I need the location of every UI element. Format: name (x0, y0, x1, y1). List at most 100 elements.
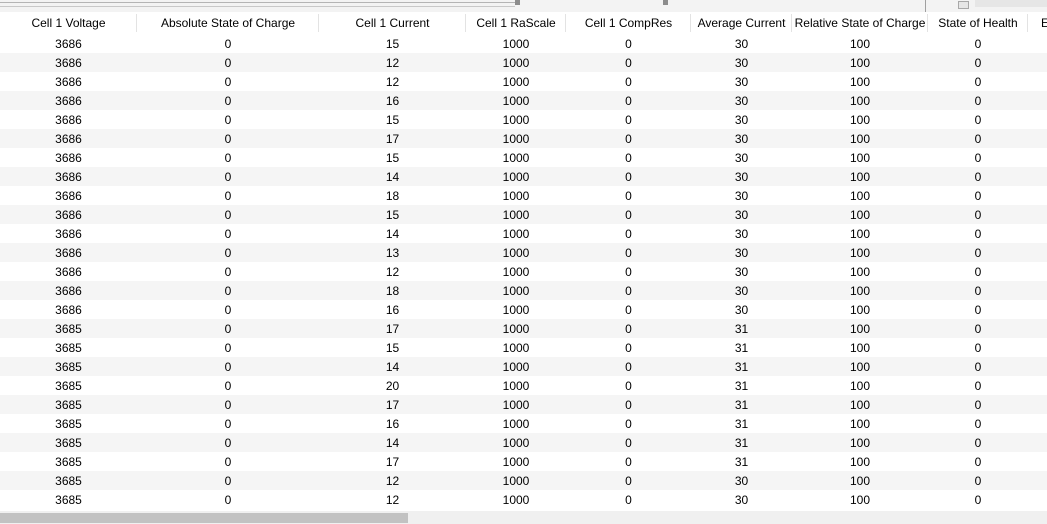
table-row[interactable]: 3686 0 18 1000 0 30 100 0 (0, 186, 1047, 205)
top-toolbar-strip (0, 0, 1047, 12)
cell-average-current: 31 (734, 340, 749, 355)
cell-average-current: 31 (734, 378, 749, 393)
table-row[interactable]: 3686 0 15 1000 0 30 100 0 (0, 148, 1047, 167)
cell-cell-1-current: 18 (385, 283, 400, 298)
cell-absolute-state-of-charge: 0 (224, 55, 232, 70)
cell-relative-state-of-charge: 100 (849, 36, 871, 51)
cell-average-current: 30 (734, 112, 749, 127)
cell-cell-1-current: 14 (385, 435, 400, 450)
table-row[interactable]: 3686 0 18 1000 0 30 100 0 (0, 281, 1047, 300)
cell-relative-state-of-charge: 100 (849, 435, 871, 450)
cell-absolute-state-of-charge: 0 (224, 188, 232, 203)
column-header-state-of-health[interactable]: State of Health (928, 12, 1028, 34)
table-row[interactable]: 3685 0 17 1000 0 31 100 0 (0, 319, 1047, 338)
cell-cell-1-rascale: 1000 (502, 492, 530, 507)
table-row[interactable]: 3685 0 17 1000 0 31 100 0 (0, 395, 1047, 414)
cell-relative-state-of-charge: 100 (849, 378, 871, 393)
cell-relative-state-of-charge: 100 (849, 112, 871, 127)
column-header-relative-state-of-charge[interactable]: Relative State of Charge (792, 12, 928, 34)
cell-state-of-health: 0 (974, 207, 982, 222)
cell-average-current: 30 (734, 207, 749, 222)
cell-cell-1-compres: 0 (625, 416, 632, 431)
table-row[interactable]: 3686 0 15 1000 0 30 100 0 (0, 205, 1047, 224)
table-row[interactable]: 3686 0 14 1000 0 30 100 0 (0, 224, 1047, 243)
cell-state-of-health: 0 (974, 245, 982, 260)
cell-cell-1-rascale: 1000 (502, 416, 530, 431)
tab-marker (663, 0, 668, 5)
table-row[interactable]: 3686 0 14 1000 0 30 100 0 (0, 167, 1047, 186)
cell-cell-1-voltage: 3685 (55, 321, 82, 336)
horizontal-scrollbar[interactable] (0, 511, 1047, 524)
table-row[interactable]: 3686 0 15 1000 0 30 100 0 (0, 110, 1047, 129)
column-header-absolute-state-of-charge[interactable]: Absolute State of Charge (137, 12, 319, 34)
table-row[interactable]: 3685 0 16 1000 0 31 100 0 (0, 414, 1047, 433)
column-header-average-current[interactable]: Average Current (691, 12, 792, 34)
cell-average-current: 30 (734, 264, 749, 279)
table-row[interactable]: 3685 0 12 1000 0 30 100 0 (0, 490, 1047, 509)
cell-cell-1-current: 12 (385, 74, 400, 89)
cell-cell-1-rascale: 1000 (502, 359, 530, 374)
horizontal-scrollbar-thumb[interactable] (0, 513, 408, 523)
cell-cell-1-current: 14 (385, 169, 400, 184)
cell-relative-state-of-charge: 100 (849, 473, 871, 488)
cell-cell-1-voltage: 3685 (55, 340, 82, 355)
table-row[interactable]: 3686 0 12 1000 0 30 100 0 (0, 262, 1047, 281)
cell-relative-state-of-charge: 100 (849, 169, 871, 184)
restore-window-icon[interactable] (958, 1, 969, 9)
cell-average-current: 30 (734, 169, 749, 184)
table-row[interactable]: 3685 0 15 1000 0 31 100 0 (0, 338, 1047, 357)
table-row[interactable]: 3685 0 20 1000 0 31 100 0 (0, 376, 1047, 395)
cell-state-of-health: 0 (974, 492, 982, 507)
table-row[interactable]: 3685 0 14 1000 0 31 100 0 (0, 357, 1047, 376)
cell-cell-1-compres: 0 (625, 131, 632, 146)
cell-cell-1-voltage: 3686 (55, 188, 82, 203)
cell-cell-1-voltage: 3685 (55, 359, 82, 374)
cell-average-current: 30 (734, 302, 749, 317)
table-row[interactable]: 3685 0 17 1000 0 31 100 0 (0, 452, 1047, 471)
cell-cell-1-rascale: 1000 (502, 55, 530, 70)
column-header-cell-1-rascale[interactable]: Cell 1 RaScale (466, 12, 566, 34)
cell-state-of-health: 0 (974, 93, 982, 108)
cell-cell-1-compres: 0 (625, 435, 632, 450)
cell-cell-1-compres: 0 (625, 302, 632, 317)
table-row[interactable]: 3686 0 15 1000 0 30 100 0 (0, 34, 1047, 53)
cell-cell-1-voltage: 3686 (55, 74, 82, 89)
cell-state-of-health: 0 (974, 302, 982, 317)
cell-cell-1-compres: 0 (625, 321, 632, 336)
cell-cell-1-compres: 0 (625, 378, 632, 393)
cell-state-of-health: 0 (974, 397, 982, 412)
cell-average-current: 30 (734, 245, 749, 260)
table-row[interactable]: 3686 0 13 1000 0 30 100 0 (0, 243, 1047, 262)
cell-cell-1-compres: 0 (625, 93, 632, 108)
cell-relative-state-of-charge: 100 (849, 321, 871, 336)
cell-relative-state-of-charge: 100 (849, 188, 871, 203)
cell-cell-1-current: 20 (385, 378, 400, 393)
column-header-next-column[interactable]: E (1028, 12, 1047, 34)
tab-marker (515, 0, 520, 5)
table-row[interactable]: 3686 0 16 1000 0 30 100 0 (0, 300, 1047, 319)
table-row[interactable]: 3685 0 12 1000 0 30 100 0 (0, 471, 1047, 490)
column-header-cell-1-current[interactable]: Cell 1 Current (319, 12, 466, 34)
table-row[interactable]: 3686 0 16 1000 0 30 100 0 (0, 91, 1047, 110)
cell-cell-1-voltage: 3685 (55, 454, 82, 469)
cell-cell-1-voltage: 3685 (55, 492, 82, 507)
column-header-cell-1-voltage[interactable]: Cell 1 Voltage (0, 12, 137, 34)
cell-average-current: 30 (734, 93, 749, 108)
cell-relative-state-of-charge: 100 (849, 454, 871, 469)
cell-cell-1-current: 14 (385, 226, 400, 241)
cell-cell-1-rascale: 1000 (502, 36, 530, 51)
pane-divider (925, 0, 926, 12)
column-header-cell-1-compres[interactable]: Cell 1 CompRes (566, 12, 691, 34)
table-row[interactable]: 3686 0 17 1000 0 30 100 0 (0, 129, 1047, 148)
table-row[interactable]: 3685 0 14 1000 0 31 100 0 (0, 433, 1047, 452)
cell-relative-state-of-charge: 100 (849, 131, 871, 146)
cell-average-current: 31 (734, 397, 749, 412)
table-row[interactable]: 3686 0 12 1000 0 30 100 0 (0, 53, 1047, 72)
cell-state-of-health: 0 (974, 416, 982, 431)
table-row[interactable]: 3686 0 12 1000 0 30 100 0 (0, 72, 1047, 91)
cell-average-current: 30 (734, 473, 749, 488)
cell-cell-1-compres: 0 (625, 397, 632, 412)
cell-absolute-state-of-charge: 0 (224, 112, 232, 127)
data-grid[interactable]: Cell 1 Voltage Absolute State of Charge Ce… (0, 12, 1047, 511)
cell-cell-1-voltage: 3686 (55, 93, 82, 108)
